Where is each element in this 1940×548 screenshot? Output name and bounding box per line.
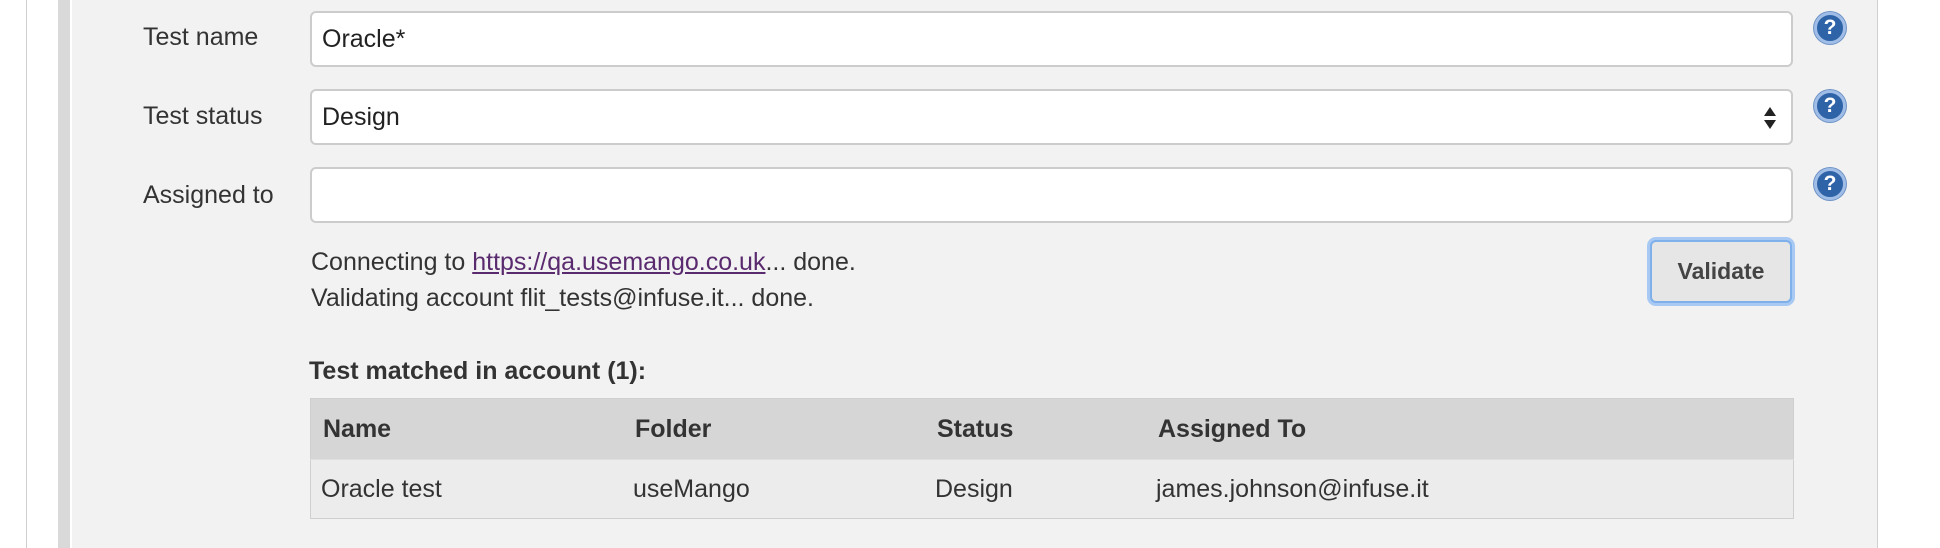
- cell-name: Oracle test: [310, 459, 623, 519]
- server-link[interactable]: https://qa.usemango.co.uk: [472, 248, 765, 276]
- test-status-value: Design: [322, 103, 400, 131]
- outer-border: [26, 0, 27, 548]
- column-header: Status: [925, 398, 1146, 460]
- cell-assigned-to: james.johnson@infuse.it: [1146, 459, 1794, 519]
- sort-arrows-icon: [1764, 107, 1776, 129]
- connecting-prefix: Connecting to: [311, 248, 473, 276]
- column-header: Assigned To: [1146, 398, 1794, 460]
- test-name-label: Test name: [143, 23, 259, 51]
- cell-status: Design: [925, 459, 1146, 519]
- results-heading: Test matched in account (1):: [309, 357, 647, 385]
- connecting-suffix: ... done.: [765, 248, 856, 276]
- connecting-status: Connecting to https://qa.usemango.co.uk.…: [311, 248, 856, 277]
- help-icon[interactable]: ?: [1814, 12, 1846, 44]
- validate-button[interactable]: Validate: [1650, 240, 1792, 303]
- test-name-input[interactable]: [310, 11, 1793, 67]
- cell-folder: useMango: [623, 459, 925, 519]
- test-status-label: Test status: [143, 102, 263, 130]
- table-header-row: Name Folder Status Assigned To: [310, 398, 1794, 460]
- results-table: Name Folder Status Assigned To Oracle te…: [310, 398, 1794, 519]
- column-header: Folder: [623, 398, 925, 460]
- assigned-to-label: Assigned to: [143, 181, 274, 209]
- assigned-to-input[interactable]: [310, 167, 1793, 223]
- validating-status: Validating account flit_tests@infuse.it.…: [311, 284, 814, 312]
- table-row[interactable]: Oracle test useMango Design james.johnso…: [310, 459, 1794, 519]
- help-icon[interactable]: ?: [1814, 90, 1846, 122]
- column-header: Name: [310, 398, 623, 460]
- side-bar: [58, 0, 70, 548]
- help-icon[interactable]: ?: [1814, 168, 1846, 200]
- test-status-select[interactable]: Design: [310, 89, 1793, 145]
